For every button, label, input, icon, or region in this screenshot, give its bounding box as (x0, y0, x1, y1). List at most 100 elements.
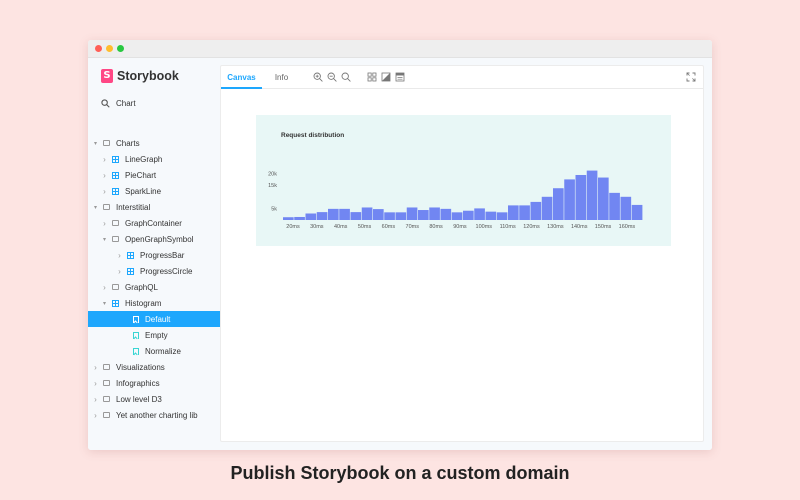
sidebar-item-label: Charts (116, 138, 140, 148)
histogram-bar (609, 192, 620, 220)
brand[interactable]: S Storybook (101, 68, 179, 84)
sidebar-item-label: LineGraph (125, 154, 163, 164)
bookmark-icon (131, 347, 140, 356)
chevron-right-icon[interactable]: › (100, 219, 109, 228)
sidebar-item-label: GraphContainer (125, 218, 182, 228)
caption: Publish Storybook on a custom domain (230, 463, 570, 483)
chevron-right-icon[interactable]: › (100, 155, 109, 164)
histogram-bar (463, 210, 474, 220)
chevron-right-icon[interactable]: › (91, 395, 100, 404)
sidebar-item-label: Visualizations (116, 362, 165, 372)
sidebar-item-linegraph[interactable]: › LineGraph (88, 151, 220, 167)
grid-icon[interactable] (367, 72, 377, 82)
x-tick-label: 150ms (595, 224, 612, 230)
histogram-bar (586, 170, 598, 220)
chevron-right-icon[interactable]: › (100, 171, 109, 180)
outline-icon[interactable] (395, 72, 405, 82)
maximize-window-button[interactable] (117, 45, 124, 52)
x-tick-label: 160ms (619, 224, 636, 230)
sidebar-item-low-level-d3[interactable]: › Low level D3 (88, 391, 220, 407)
sidebar-item-visualizations[interactable]: › Visualizations (88, 359, 220, 375)
search-field[interactable]: Chart (101, 96, 136, 110)
sidebar-item-sparkline[interactable]: › SparkLine (88, 183, 220, 199)
component-icon (111, 187, 120, 196)
close-window-button[interactable] (95, 45, 102, 52)
chevron-right-icon[interactable]: › (100, 187, 109, 196)
sidebar-item-label: Infographics (116, 378, 160, 388)
chevron-down-icon[interactable]: ▾ (100, 300, 109, 307)
y-tick-label: 15k (268, 183, 277, 189)
x-tick-label: 110ms (500, 224, 516, 230)
zoom-in-icon[interactable] (313, 72, 323, 82)
tab-info[interactable]: Info (269, 66, 294, 89)
search-input[interactable]: Chart (116, 99, 136, 108)
folder-icon (102, 379, 111, 388)
histogram-bar (316, 212, 328, 220)
component-icon (126, 251, 135, 260)
histogram-bar (429, 207, 440, 220)
histogram-bar (474, 208, 485, 220)
fullscreen-icon[interactable] (686, 72, 696, 82)
sidebar-item-empty[interactable]: Empty (88, 327, 220, 343)
histogram-bar (631, 204, 643, 220)
histogram-bar (451, 212, 463, 220)
component-icon (126, 267, 135, 276)
histogram-bar (350, 212, 362, 220)
chevron-right-icon[interactable]: › (115, 267, 124, 276)
background-icon[interactable] (381, 72, 391, 82)
chevron-right-icon[interactable]: › (91, 363, 100, 372)
folder-icon (102, 139, 111, 148)
sidebar-item-interstitial[interactable]: ▾ Interstitial (88, 199, 220, 215)
chevron-right-icon[interactable]: › (91, 379, 100, 388)
x-tick-label: 40ms (334, 224, 348, 230)
sidebar-item-normalize[interactable]: Normalize (88, 343, 220, 359)
search-icon (101, 98, 110, 108)
chevron-right-icon[interactable]: › (100, 283, 109, 292)
component-icon (111, 171, 120, 180)
sidebar-item-yet-another-charting-lib[interactable]: › Yet another charting lib (88, 407, 220, 423)
histogram-chart: 5k 15k 20k 20ms 30ms 40ms 50ms 60ms 70ms 80ms 90ms… (268, 170, 643, 230)
histogram-bar (519, 205, 530, 220)
sidebar-item-histogram[interactable]: ▾ Histogram (88, 295, 220, 311)
chevron-down-icon[interactable]: ▾ (91, 204, 100, 211)
minimize-window-button[interactable] (106, 45, 113, 52)
histogram-bar (620, 196, 632, 220)
x-tick-label: 70ms (406, 224, 420, 230)
sidebar-item-progressbar[interactable]: › ProgressBar (88, 247, 220, 263)
sidebar-item-default[interactable]: Default (88, 311, 220, 327)
folder-icon (102, 395, 111, 404)
x-tick-label: 90ms (453, 224, 467, 230)
main-panel: Canvas Info Request distribution 5k 15k … (220, 65, 704, 442)
sidebar-item-label: PieChart (125, 170, 157, 180)
sidebar-item-graphql[interactable]: › GraphQL (88, 279, 220, 295)
histogram-bar (598, 177, 609, 220)
folder-icon (111, 235, 120, 244)
zoom-out-icon[interactable] (327, 72, 337, 82)
chevron-down-icon[interactable]: ▾ (100, 236, 109, 243)
folder-icon (111, 219, 120, 228)
sidebar-item-opengraphsymbol[interactable]: ▾ OpenGraphSymbol (88, 231, 220, 247)
x-tick-label: 80ms (429, 224, 443, 230)
sidebar-item-label: Empty (145, 330, 168, 340)
chevron-right-icon[interactable]: › (91, 411, 100, 420)
sidebar-item-piechart[interactable]: › PieChart (88, 167, 220, 183)
sidebar-item-label: Interstitial (116, 202, 151, 212)
histogram-bar (406, 207, 418, 220)
tab-canvas[interactable]: Canvas (221, 66, 262, 89)
chevron-down-icon[interactable]: ▾ (91, 140, 100, 147)
x-tick-label: 60ms (382, 224, 396, 230)
histogram-bar (508, 205, 519, 220)
sidebar-item-graphcontainer[interactable]: › GraphContainer (88, 215, 220, 231)
x-tick-label: 50ms (358, 224, 372, 230)
sidebar-item-charts[interactable]: ▾ Charts (88, 135, 220, 151)
x-tick-label: 140ms (571, 224, 588, 230)
x-tick-label: 30ms (310, 224, 324, 230)
chevron-right-icon[interactable]: › (115, 251, 124, 260)
sidebar-item-progresscircle[interactable]: › ProgressCircle (88, 263, 220, 279)
zoom-reset-icon[interactable] (341, 72, 351, 82)
sidebar-item-label: Default (145, 314, 171, 324)
sidebar-item-label: Low level D3 (116, 394, 162, 404)
x-tick-label: 20ms (286, 224, 300, 230)
sidebar-item-infographics[interactable]: › Infographics (88, 375, 220, 391)
bookmark-icon (131, 315, 140, 324)
